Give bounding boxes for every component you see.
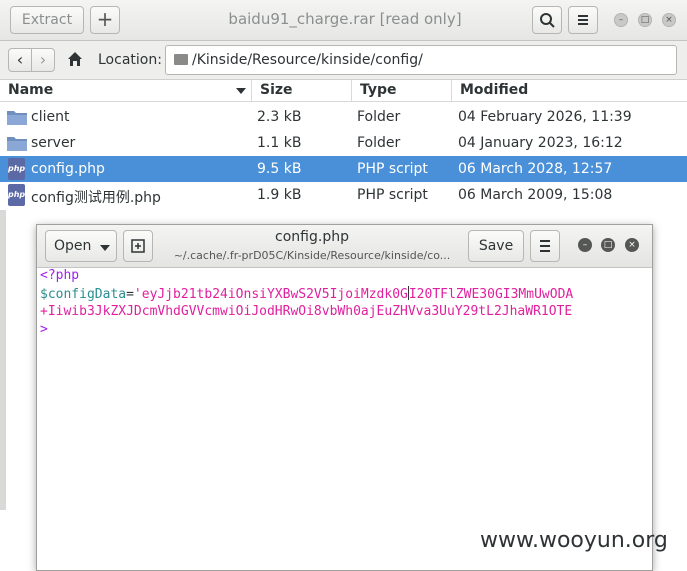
- location-path: /Kinside/Resource/kinside/config/: [192, 52, 423, 68]
- add-files-button[interactable]: +: [90, 6, 120, 34]
- file-type: Folder: [357, 109, 401, 125]
- forward-button[interactable]: ›: [31, 48, 55, 72]
- code-line-1: <?php: [40, 268, 80, 283]
- column-header-modified[interactable]: Modified: [452, 80, 687, 102]
- assignment-operator: =: [126, 287, 134, 302]
- column-header-name[interactable]: Name: [0, 80, 252, 102]
- maximize-button[interactable]: □: [601, 238, 615, 252]
- string-literal-b: I20TFlZWE30GI3MmUwODA: [408, 287, 574, 302]
- minimize-button[interactable]: –: [578, 238, 592, 252]
- code-editor-area[interactable]: <?php $configData='eyJjb21tb24iOnsiYXBwS…: [37, 268, 652, 570]
- php-variable: $configData: [40, 287, 127, 302]
- file-name: config测试用例.php: [31, 190, 161, 206]
- sort-descending-icon: [236, 88, 246, 94]
- open-button-label: Open: [54, 238, 92, 254]
- file-modified: 06 March 2009, 15:08: [458, 187, 613, 203]
- file-size: 1.9 kB: [257, 187, 302, 203]
- file-type: Folder: [357, 135, 401, 151]
- archive-header-bar: Extract + baidu91_charge.rar [read only]…: [0, 0, 687, 41]
- file-row-config-test[interactable]: php config测试用例.php 1.9 kB PHP script 06 …: [0, 182, 687, 208]
- folder-icon: [7, 137, 27, 151]
- string-literal-a: 'eyJjb21tb24iOnsiYXBwS2V5IjoiMzdk0G: [133, 287, 408, 302]
- code-line-2: $configData='eyJjb21tb24iOnsiYXBwS2V5Ijo…: [40, 286, 573, 302]
- file-type: PHP script: [357, 161, 428, 177]
- location-label: Location:: [98, 52, 162, 68]
- close-button[interactable]: ×: [625, 238, 639, 252]
- location-toolbar: ‹ › Location: /Kinside/Resource/kinside/…: [0, 41, 687, 80]
- back-button[interactable]: ‹: [8, 48, 32, 72]
- editor-menu-button[interactable]: [530, 230, 560, 262]
- watermark-text: www.wooyun.org: [480, 528, 668, 553]
- extract-button[interactable]: Extract: [10, 6, 84, 34]
- file-row-config-php[interactable]: php config.php 9.5 kB PHP script 06 Marc…: [0, 156, 687, 182]
- folder-icon: [7, 111, 27, 125]
- close-button[interactable]: ×: [662, 13, 676, 27]
- column-header-type[interactable]: Type: [352, 80, 452, 102]
- php-file-icon: php: [8, 184, 25, 206]
- file-size: 2.3 kB: [257, 109, 302, 125]
- background-window-edge: [0, 210, 6, 510]
- file-row-server[interactable]: server 1.1 kB Folder 04 January 2023, 16…: [0, 130, 687, 156]
- php-file-icon: php: [8, 158, 25, 180]
- code-line-3: +Iiwib3JkZXJDcmVhdGVVcmwiOiJodHRwOi8vbWh…: [40, 304, 573, 319]
- file-name: server: [31, 135, 76, 151]
- text-editor-window: Open config.php ~/.cache/.fr-prD05C/Kins…: [36, 224, 653, 571]
- search-button[interactable]: [532, 6, 562, 34]
- search-icon: [540, 13, 555, 28]
- new-document-button[interactable]: [123, 230, 153, 262]
- hamburger-menu-icon: [540, 240, 550, 252]
- chevron-right-icon: ›: [39, 50, 47, 69]
- editor-header-bar: Open config.php ~/.cache/.fr-prD05C/Kins…: [37, 225, 652, 268]
- save-button[interactable]: Save: [468, 230, 524, 262]
- file-name: config.php: [31, 161, 105, 177]
- file-name: client: [31, 109, 70, 125]
- file-modified: 04 February 2026, 11:39: [458, 109, 632, 125]
- file-row-client[interactable]: client 2.3 kB Folder 04 February 2026, 1…: [0, 104, 687, 130]
- file-modified: 04 January 2023, 16:12: [458, 135, 623, 151]
- hamburger-menu-icon: [578, 15, 588, 25]
- maximize-button[interactable]: □: [638, 13, 652, 27]
- file-size: 1.1 kB: [257, 135, 302, 151]
- chevron-down-icon: [100, 245, 110, 251]
- editor-title: config.php: [275, 229, 349, 245]
- code-line-4: >: [40, 322, 48, 337]
- archive-menu-button[interactable]: [568, 6, 598, 34]
- editor-file-path: ~/.cache/.fr-prD05C/Kinside/Resource/kin…: [173, 249, 451, 262]
- minimize-button[interactable]: –: [614, 13, 628, 27]
- open-button[interactable]: Open: [45, 230, 117, 262]
- chevron-left-icon: ‹: [16, 50, 24, 69]
- folder-icon: [174, 54, 188, 65]
- file-size: 9.5 kB: [257, 161, 302, 177]
- column-header-size[interactable]: Size: [252, 80, 352, 102]
- file-type: PHP script: [357, 187, 428, 203]
- location-field[interactable]: /Kinside/Resource/kinside/config/: [165, 45, 677, 75]
- file-modified: 06 March 2028, 12:57: [458, 161, 613, 177]
- home-icon[interactable]: [66, 50, 84, 68]
- new-tab-icon: [131, 239, 145, 253]
- archive-window-title: baidu91_charge.rar [read only]: [228, 10, 462, 28]
